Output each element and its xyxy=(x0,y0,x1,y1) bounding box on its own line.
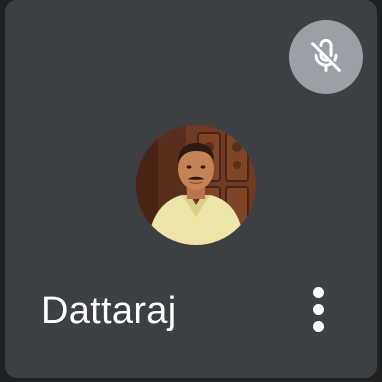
more-options-button[interactable] xyxy=(301,280,335,338)
avatar xyxy=(136,125,256,245)
participant-name: Dattaraj xyxy=(41,290,177,332)
user-photo-avatar xyxy=(136,125,256,245)
mic-off-icon xyxy=(311,38,341,72)
mic-off-badge xyxy=(289,20,363,94)
more-vert-icon xyxy=(312,286,324,298)
participant-tile: Dattaraj xyxy=(5,0,377,378)
